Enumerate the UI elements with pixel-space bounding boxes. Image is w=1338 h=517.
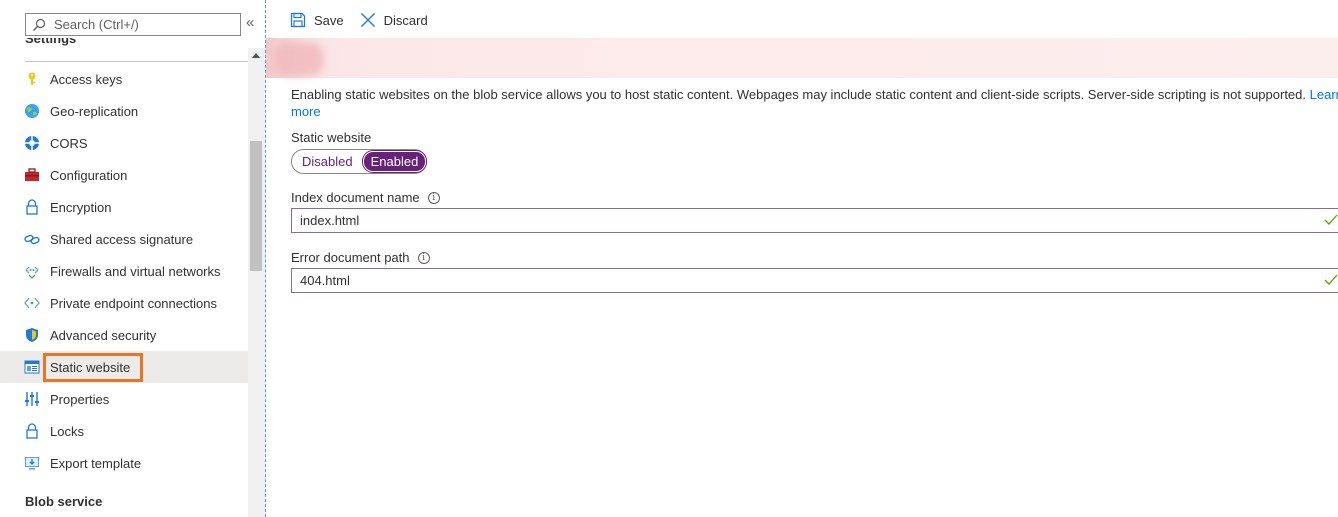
index-document-label: Index document name i [291,190,440,205]
scroll-thumb[interactable] [250,141,262,271]
info-icon[interactable]: i [427,191,440,204]
properties-icon [24,391,40,407]
search-box[interactable] [25,13,241,36]
globe-icon [24,103,40,119]
sidebar-item-cors[interactable]: CORS [0,127,248,159]
nav-list: Access keys Geo-replication CORS Configu… [0,63,248,479]
search-icon [33,18,46,31]
main-content: Save Discard Enabling static websites on… [266,0,1338,517]
sidebar-item-static-website[interactable]: Static website [0,351,248,383]
save-icon [290,12,306,28]
info-icon[interactable]: i [417,251,430,264]
scroll-up-arrow-icon[interactable] [252,53,260,58]
discard-button[interactable]: Discard [360,12,428,28]
sidebar-item-label: Configuration [50,167,128,183]
toggle-option-enabled[interactable]: Enabled [362,151,427,172]
error-document-field[interactable] [291,268,1338,293]
sidebar-scrollbar[interactable] [248,48,265,517]
sidebar-item-label: Shared access signature [50,231,194,247]
link-icon [24,231,40,247]
section-heading-settings: Settings [25,38,225,50]
section-divider [25,61,252,62]
section-heading-label: Settings [25,38,77,46]
sidebar-item-label: Export template [50,455,142,471]
sidebar-item-advanced-security[interactable]: Advanced security [0,319,248,351]
close-icon [360,13,375,27]
section-heading-blob-service: Blob service [25,494,103,509]
toolbox-icon [24,167,40,183]
error-document-input[interactable] [300,273,1300,288]
shield-icon [24,327,40,343]
description-body: Enabling static websites on the blob ser… [291,87,1307,102]
sidebar-item-label: Geo-replication [50,103,139,119]
lock-icon [24,423,40,439]
sidebar: « Settings Access keys Geo-replication C… [0,0,265,517]
sidebar-item-configuration[interactable]: Configuration [0,159,248,191]
description-text: Enabling static websites on the blob ser… [291,86,1338,120]
export-icon [24,455,40,471]
endpoint-icon [24,295,40,311]
sidebar-item-label: Advanced security [50,327,157,343]
sidebar-item-geo-replication[interactable]: Geo-replication [0,95,248,127]
sidebar-item-export-template[interactable]: Export template [0,447,248,479]
collapse-sidebar-button[interactable]: « [246,14,254,31]
sidebar-item-label: Access keys [50,71,123,87]
checkmark-icon [1324,274,1338,285]
sidebar-item-label: Private endpoint connections [50,295,217,311]
network-icon [24,263,40,279]
error-document-label: Error document path i [291,250,430,265]
index-document-input[interactable] [300,213,1300,228]
sidebar-item-label: Locks [50,423,84,439]
discard-label: Discard [383,12,428,28]
sidebar-item-private-endpoint-connections[interactable]: Private endpoint connections [0,287,248,319]
static-website-label: Static website [291,130,372,145]
sidebar-item-label: CORS [50,135,88,151]
index-document-field[interactable] [291,208,1338,233]
website-icon [24,359,40,375]
sidebar-item-label: Firewalls and virtual networks [50,263,221,279]
save-button[interactable]: Save [290,12,344,28]
cors-icon [24,135,40,151]
redacted-banner [266,38,1338,78]
search-input[interactable] [54,17,234,32]
key-icon [24,71,40,87]
sidebar-item-access-keys[interactable]: Access keys [0,63,248,95]
static-website-toggle[interactable]: Disabled Enabled [291,149,427,174]
sidebar-item-locks[interactable]: Locks [0,415,248,447]
sidebar-item-shared-access-signature[interactable]: Shared access signature [0,223,248,255]
sidebar-item-label: Properties [50,391,110,407]
sidebar-item-label: Static website [42,352,144,382]
toolbar: Save Discard [290,9,444,31]
sidebar-item-firewalls[interactable]: Firewalls and virtual networks [0,255,248,287]
sidebar-item-encryption[interactable]: Encryption [0,191,248,223]
sidebar-item-properties[interactable]: Properties [0,383,248,415]
checkmark-icon [1324,214,1338,225]
save-label: Save [314,12,344,28]
sidebar-item-label: Encryption [50,199,112,215]
lock-icon [24,199,40,215]
toggle-option-disabled[interactable]: Disabled [302,154,353,169]
